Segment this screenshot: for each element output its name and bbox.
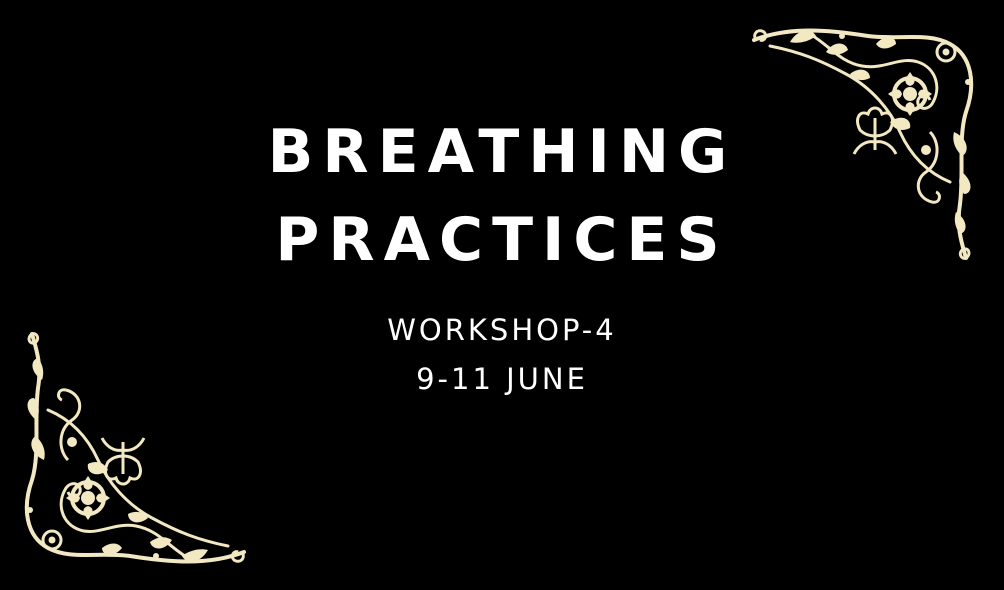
- workshop-subtitle: WORKSHOP-4: [387, 313, 617, 347]
- workshop-dates: 9-11 JUNE: [416, 362, 588, 396]
- title-line-1: BREATHING: [267, 117, 737, 187]
- title-line-2: PRACTICES: [275, 205, 729, 275]
- poster-canvas: BREATHING PRACTICES WORKSHOP-4 9-11 JUNE: [0, 0, 1004, 590]
